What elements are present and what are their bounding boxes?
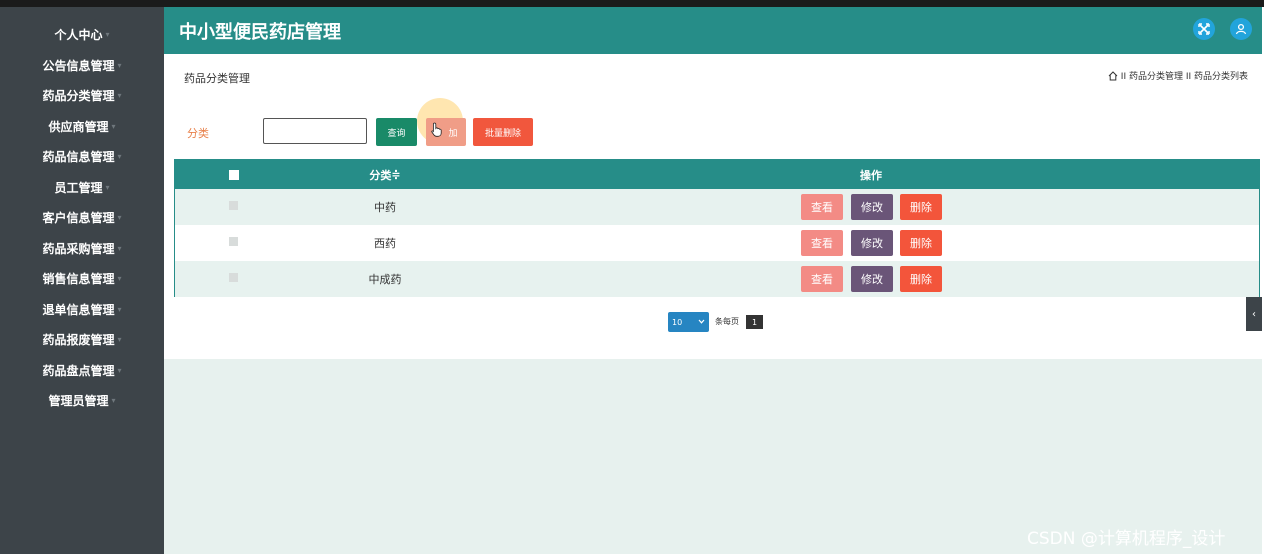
top-stripe <box>0 0 1264 7</box>
view-button[interactable]: 查看 <box>801 194 843 220</box>
edit-button[interactable]: 修改 <box>851 266 893 292</box>
sidebar-item-purchasing[interactable]: 药品采购管理 ▾ <box>0 235 164 261</box>
chevron-down-icon: ▾ <box>111 121 116 131</box>
column-label: 分类 <box>369 168 392 182</box>
home-icon[interactable] <box>1108 70 1118 81</box>
sidebar-item-drug-info[interactable]: 药品信息管理 ▾ <box>0 143 164 169</box>
sidebar-item-label: 个人中心 <box>54 27 103 42</box>
user-icon[interactable] <box>1230 18 1252 40</box>
chevron-down-icon: ▾ <box>117 60 122 70</box>
fullscreen-icon[interactable] <box>1193 18 1215 40</box>
chevron-down-icon <box>698 319 705 324</box>
category-filter-label: 分类 <box>187 127 209 140</box>
page-number-button[interactable]: 1 <box>746 315 763 329</box>
top-bar: 中小型便民药店管理 <box>164 7 1262 54</box>
row-checkbox[interactable] <box>229 201 238 210</box>
chevron-down-icon: ▾ <box>117 212 122 222</box>
page-size-value: 10 <box>672 317 683 327</box>
category-cell: 西药 <box>374 237 396 250</box>
sidebar-item-label: 管理员管理 <box>48 393 109 408</box>
sidebar-item-drug-categories[interactable]: 药品分类管理 ▾ <box>0 82 164 108</box>
chevron-down-icon: ▾ <box>117 273 122 283</box>
main-panel: 药品分类管理 II 药品分类管理 II 药品分类列表 分类 查询 加 批量删除 … <box>164 54 1262 359</box>
watermark: CSDN @计算机程序_设计 <box>1027 529 1226 549</box>
hand-cursor-icon <box>431 122 442 137</box>
delete-button[interactable]: 删除 <box>900 230 942 256</box>
edit-button[interactable]: 修改 <box>851 194 893 220</box>
chevron-down-icon: ▾ <box>105 182 110 192</box>
chevron-left-icon[interactable]: ‹ <box>1246 297 1262 331</box>
batch-delete-button[interactable]: 批量删除 <box>473 118 533 146</box>
edit-button[interactable]: 修改 <box>851 230 893 256</box>
sidebar-item-label: 公告信息管理 <box>42 58 115 73</box>
table-row: 西药 查看 修改 删除 <box>175 225 1259 261</box>
sidebar-item-label: 药品信息管理 <box>42 149 115 164</box>
query-button[interactable]: 查询 <box>376 118 417 146</box>
sidebar-item-label: 销售信息管理 <box>42 271 115 286</box>
chevron-down-icon: ▾ <box>105 29 110 39</box>
chevron-down-icon: ▾ <box>117 304 122 314</box>
category-cell: 中成药 <box>368 273 402 286</box>
sidebar-item-label: 员工管理 <box>54 180 103 195</box>
app-title: 中小型便民药店管理 <box>179 22 341 43</box>
sidebar-item-scrap[interactable]: 药品报废管理 ▾ <box>0 326 164 352</box>
sidebar-item-personal-center[interactable]: 个人中心 ▾ <box>0 21 164 47</box>
sidebar-item-label: 药品盘点管理 <box>42 363 115 378</box>
sidebar: 个人中心 ▾ 公告信息管理 ▾ 药品分类管理 ▾ 供应商管理 ▾ 药品信息管理 … <box>0 7 164 554</box>
table-row: 中药 查看 修改 删除 <box>175 189 1259 225</box>
page-title: 药品分类管理 <box>184 72 250 85</box>
view-button[interactable]: 查看 <box>801 266 843 292</box>
row-checkbox[interactable] <box>229 237 238 246</box>
sidebar-item-customers[interactable]: 客户信息管理 ▾ <box>0 204 164 230</box>
category-cell: 中药 <box>374 201 396 214</box>
select-all-checkbox[interactable] <box>229 170 239 180</box>
chevron-down-icon: ▾ <box>117 365 122 375</box>
sidebar-item-admins[interactable]: 管理员管理 ▾ <box>0 387 164 413</box>
sort-icon[interactable]: ≑ <box>391 168 400 181</box>
sidebar-item-inventory[interactable]: 药品盘点管理 ▾ <box>0 357 164 383</box>
sidebar-item-announcements[interactable]: 公告信息管理 ▾ <box>0 52 164 78</box>
sidebar-item-sales[interactable]: 销售信息管理 ▾ <box>0 265 164 291</box>
sidebar-item-label: 退单信息管理 <box>42 302 115 317</box>
column-header-category[interactable]: 分类 ≑ <box>335 160 435 189</box>
sidebar-item-employees[interactable]: 员工管理 ▾ <box>0 174 164 200</box>
breadcrumb: II 药品分类管理 II 药品分类列表 <box>1108 69 1248 82</box>
row-checkbox[interactable] <box>229 273 238 282</box>
table-header: 分类 ≑ 操作 <box>175 160 1259 189</box>
delete-button[interactable]: 删除 <box>900 266 942 292</box>
sidebar-item-label: 客户信息管理 <box>42 210 115 225</box>
sidebar-item-label: 供应商管理 <box>48 119 109 134</box>
per-page-label: 条每页 <box>715 317 739 326</box>
breadcrumb-text: II 药品分类管理 II 药品分类列表 <box>1120 72 1248 82</box>
view-button[interactable]: 查看 <box>801 230 843 256</box>
sidebar-item-label: 药品分类管理 <box>42 88 115 103</box>
column-header-actions: 操作 <box>860 168 882 182</box>
chevron-down-icon: ▾ <box>117 243 122 253</box>
sidebar-item-label: 药品采购管理 <box>42 241 115 256</box>
category-search-input[interactable] <box>263 118 367 144</box>
page-size-select[interactable]: 10 <box>668 312 709 332</box>
chevron-down-icon: ▾ <box>117 334 122 344</box>
add-button-label: 加 <box>448 128 458 139</box>
sidebar-item-returns[interactable]: 退单信息管理 ▾ <box>0 296 164 322</box>
sidebar-item-label: 药品报废管理 <box>42 332 115 347</box>
chevron-down-icon: ▾ <box>117 90 122 100</box>
category-table: 分类 ≑ 操作 中药 查看 修改 删除 西药 查看 修改 删除 中成药 查看 修… <box>174 159 1260 297</box>
sidebar-item-suppliers[interactable]: 供应商管理 ▾ <box>0 113 164 139</box>
delete-button[interactable]: 删除 <box>900 194 942 220</box>
chevron-down-icon: ▾ <box>111 395 116 405</box>
chevron-down-icon: ▾ <box>117 151 122 161</box>
table-row: 中成药 查看 修改 删除 <box>175 261 1259 297</box>
